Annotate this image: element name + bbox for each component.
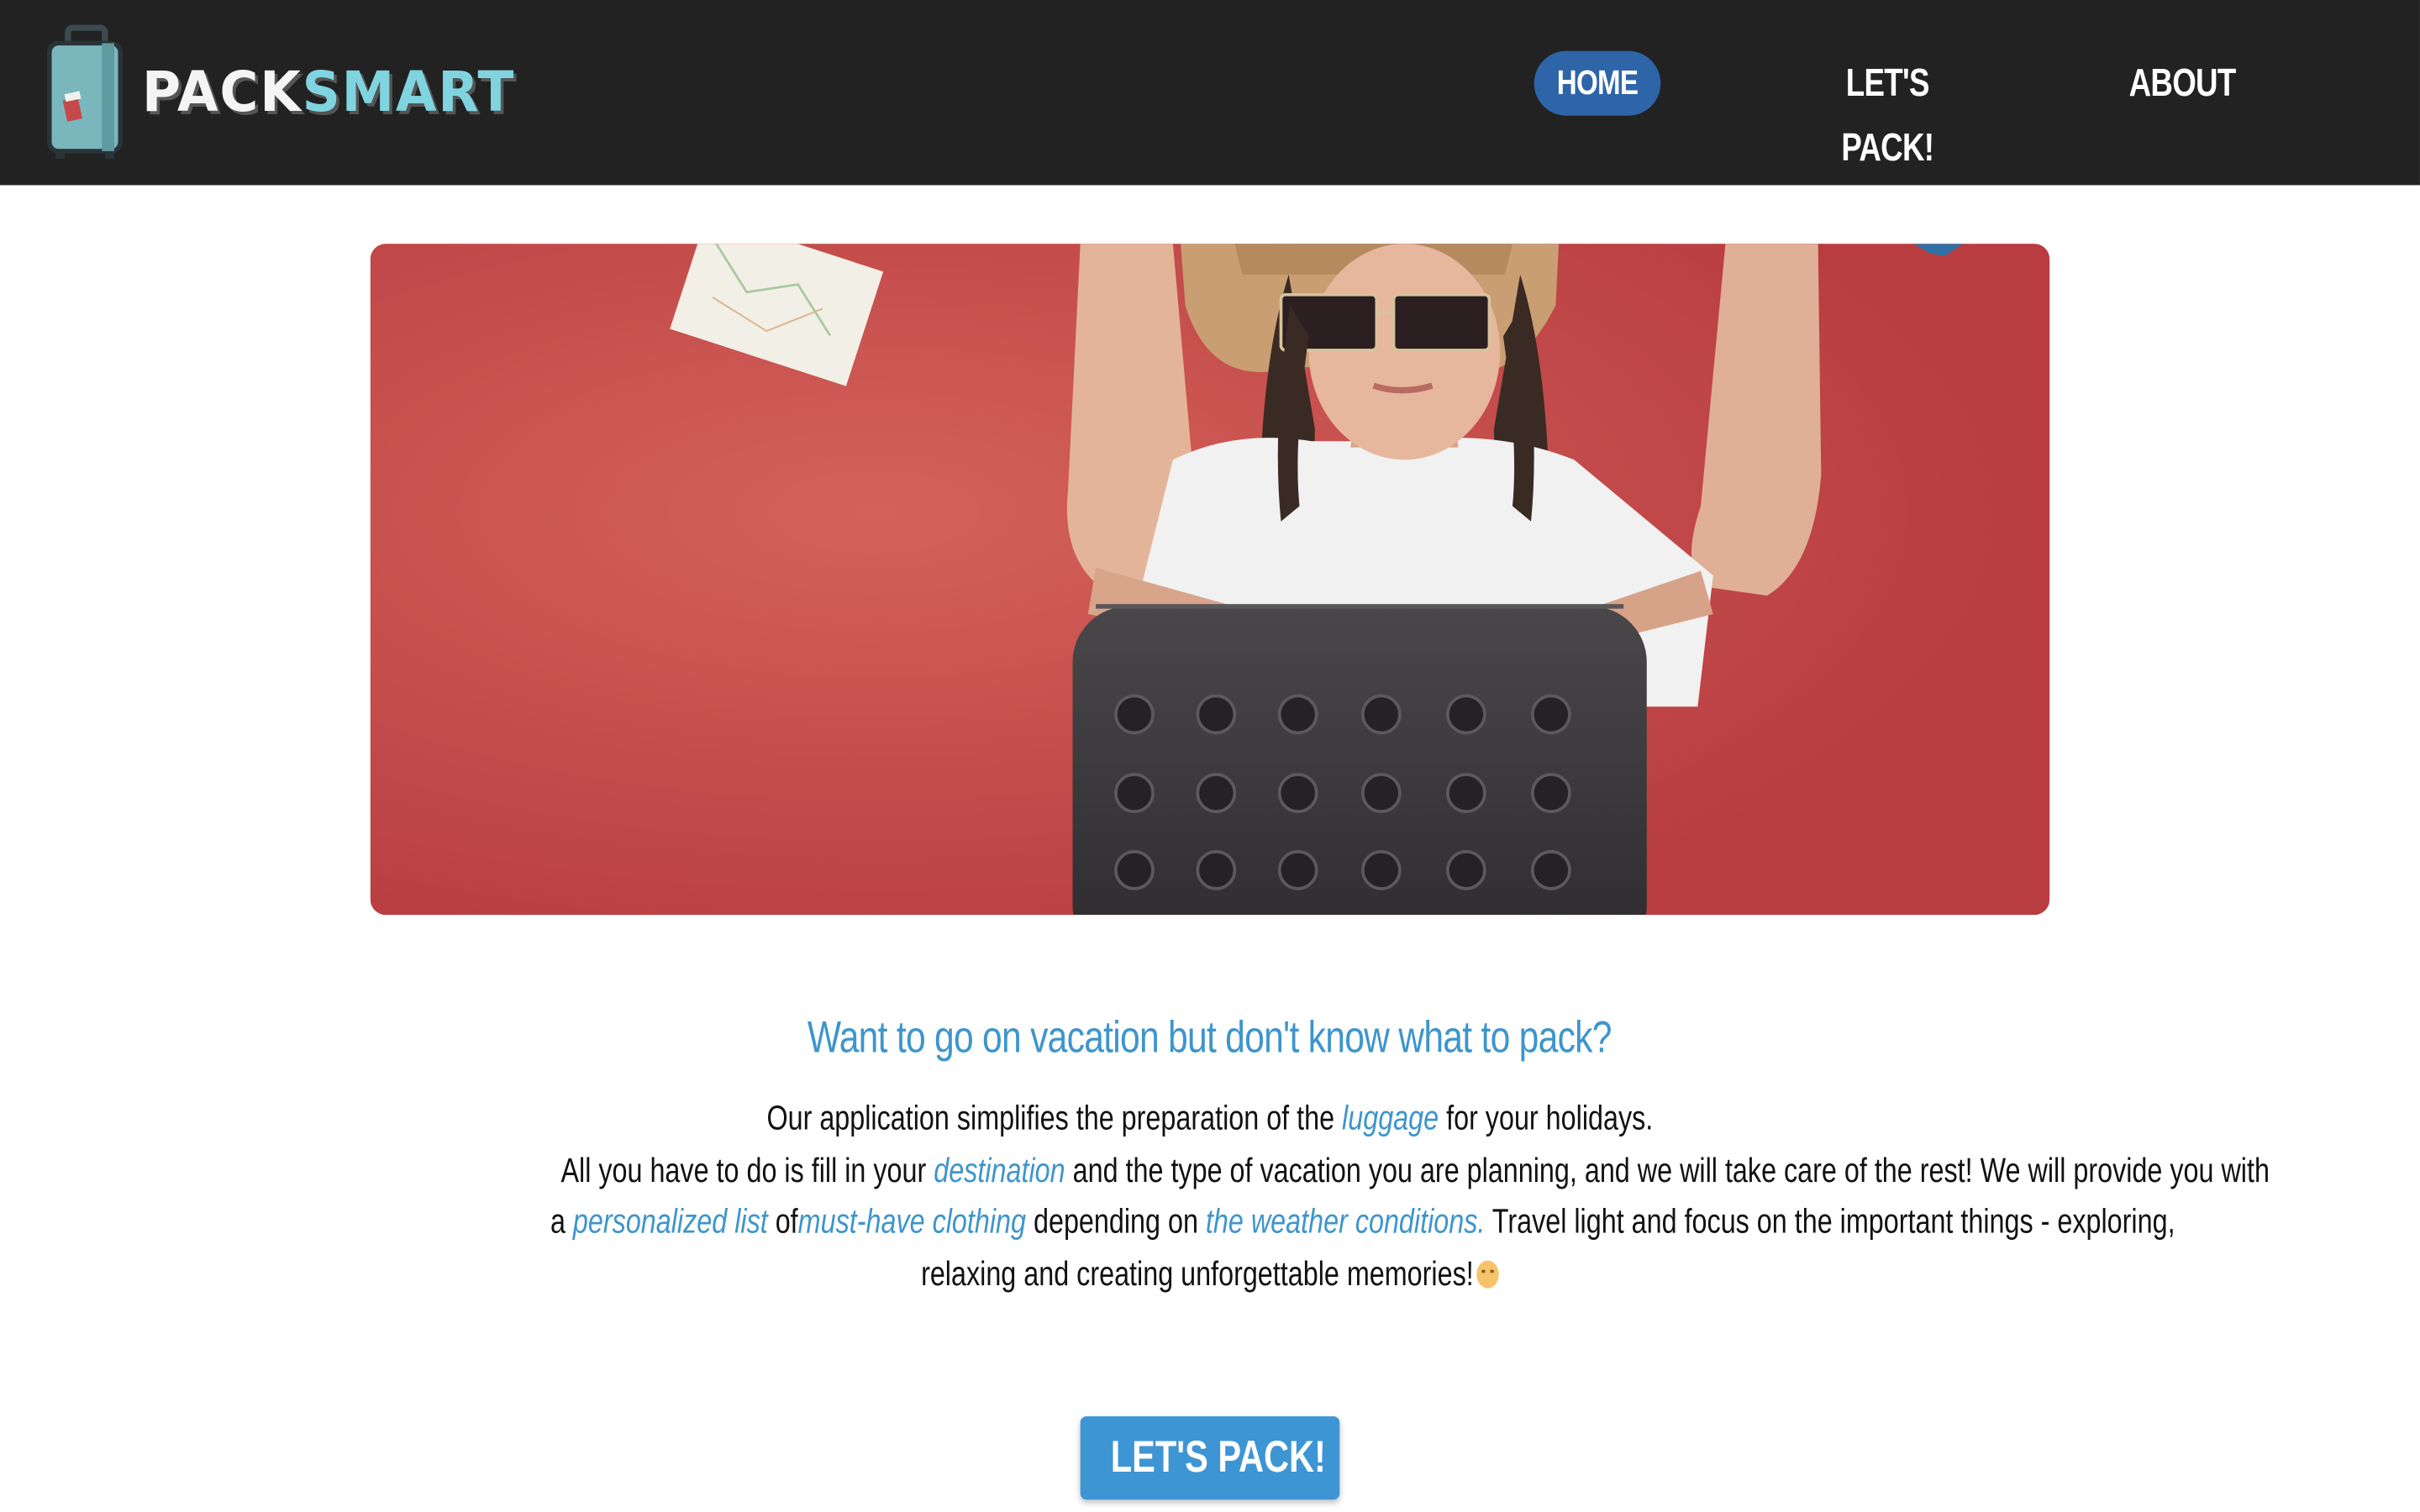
logo-text: PACKSMART	[142, 61, 515, 124]
hero-image	[370, 244, 2050, 916]
intro-line-3: a personalized list ofmust-have clothing…	[347, 1195, 2175, 1247]
nav-home[interactable]: HOME	[1534, 50, 1661, 116]
intro-headline: Want to go on vacation but don't know wh…	[371, 1014, 2049, 1065]
lets-pack-button-label: LET'S PACK!	[1110, 1433, 1326, 1483]
intro-line-3-a: a	[550, 1201, 573, 1241]
highlight-luggage: luggage	[1342, 1098, 1439, 1137]
highlight-must-have-clothing: must-have clothing	[797, 1201, 1027, 1241]
logo[interactable]: PACKSMART	[43, 24, 534, 160]
suitcase-icon	[47, 24, 124, 160]
intro-line-3-after: Travel light and focus on the important …	[1485, 1201, 2175, 1241]
lets-pack-button[interactable]: LET'S PACK!	[1080, 1416, 1340, 1500]
highlight-personalized-list: personalized list	[572, 1201, 768, 1241]
nav-home-label: HOME	[1556, 63, 1639, 102]
intro-line-3-of: of	[767, 1201, 798, 1241]
hero-illustration	[370, 244, 2050, 916]
page: PACKSMART HOME LET'S PACK! ABOUT Want to…	[0, 0, 2420, 1512]
highlight-destination: destination	[934, 1150, 1065, 1189]
smiling-face-icon	[1476, 1259, 1499, 1288]
intro-line-2-after: and the type of vacation you are plannin…	[1065, 1150, 2270, 1189]
intro-line-4-text: relaxing and creating unforgettable memo…	[921, 1253, 1475, 1293]
logo-text-smart: SMART	[302, 60, 516, 124]
intro-line-3-depending: depending on	[1026, 1201, 1206, 1241]
intro-line-2-before: All you have to do is fill in your	[560, 1150, 934, 1189]
logo-text-pack: PACK	[141, 60, 302, 124]
nav-lets-pack[interactable]: LET'S PACK!	[1810, 51, 1965, 170]
intro-headline-text: Want to go on vacation but don't know wh…	[808, 1013, 1613, 1063]
intro-line-1-after: for your holidays.	[1439, 1098, 1654, 1137]
intro-line-1-before: Our application simplifies the preparati…	[766, 1098, 1343, 1137]
top-navbar: PACKSMART HOME LET'S PACK! ABOUT	[0, 0, 2420, 186]
nav-about[interactable]: ABOUT	[2128, 51, 2237, 116]
intro-line-2: All you have to do is fill in your desti…	[347, 1144, 2270, 1196]
intro-line-1: Our application simplifies the preparati…	[347, 1092, 2072, 1144]
intro-paragraph: Our application simplifies the preparati…	[347, 1092, 2270, 1299]
intro-line-4: relaxing and creating unforgettable memo…	[347, 1247, 2072, 1299]
highlight-weather-conditions: the weather conditions.	[1205, 1201, 1486, 1241]
